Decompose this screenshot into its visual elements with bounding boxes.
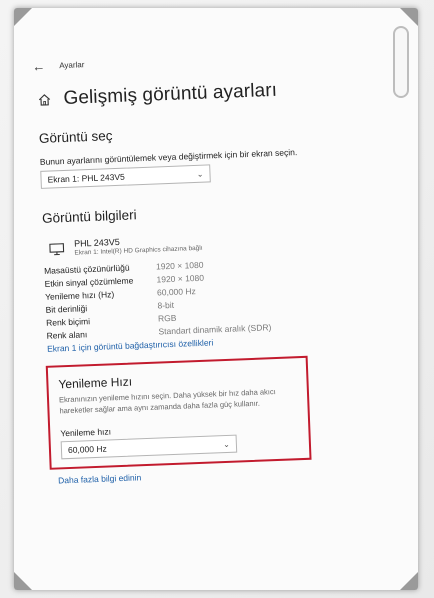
back-label[interactable]: Ayarlar xyxy=(59,60,85,70)
chevron-down-icon: ⌄ xyxy=(223,439,231,449)
refresh-rate-label: Yenileme hızı xyxy=(60,426,112,439)
arrow-left-icon[interactable]: ← xyxy=(32,59,46,74)
select-display-title: Görüntü seç xyxy=(38,128,113,146)
back-row[interactable]: ← Ayarlar xyxy=(32,47,366,74)
info-value: Standart dinamik aralık (SDR) xyxy=(158,321,272,336)
display-select[interactable]: Ekran 1: PHL 243V5 ⌄ xyxy=(40,164,211,189)
info-value: RGB xyxy=(157,312,177,324)
info-key: Renk alanı xyxy=(46,328,88,341)
chevron-down-icon: ⌄ xyxy=(196,169,204,179)
photo-corner xyxy=(400,8,418,26)
refresh-rate-description: Ekranınızın yenileme hızını seçin. Daha … xyxy=(58,387,276,415)
info-value: 1920 × 1080 xyxy=(156,272,205,285)
display-select-value: Ekran 1: PHL 243V5 xyxy=(47,171,125,185)
photo-corner xyxy=(14,572,32,590)
settings-page: ← Ayarlar Gelişmiş görüntü ayarları Görü… xyxy=(32,47,382,485)
monitor-text: PHL 243V5 Ekran 1: Intel(R) HD Graphics … xyxy=(74,234,203,257)
photo-corner xyxy=(14,8,32,26)
screenshot-paper: ← Ayarlar Gelişmiş görüntü ayarları Görü… xyxy=(14,8,418,590)
info-value: 1920 × 1080 xyxy=(155,259,204,272)
refresh-rate-select-value: 60,000 Hz xyxy=(67,443,107,456)
home-icon xyxy=(38,94,51,106)
refresh-rate-highlight: Yenileme Hızı Ekranınızın yenileme hızın… xyxy=(45,355,312,470)
info-value: 60,000 Hz xyxy=(156,285,196,298)
title-row: Gelişmiş görüntü ayarları xyxy=(37,76,368,111)
display-info-table: Masaüstü çözünürlüğü 1920 × 1080 Etkin s… xyxy=(44,251,377,342)
info-value: 8-bit xyxy=(157,299,175,311)
photo-corner xyxy=(400,572,418,590)
scrollbar-handle[interactable] xyxy=(393,26,409,98)
monitor-icon xyxy=(49,243,65,256)
refresh-rate-select[interactable]: 60,000 Hz ⌄ xyxy=(60,434,238,460)
display-info-title: Görüntü bilgileri xyxy=(41,207,137,226)
page-title: Gelişmiş görüntü ayarları xyxy=(63,79,278,109)
